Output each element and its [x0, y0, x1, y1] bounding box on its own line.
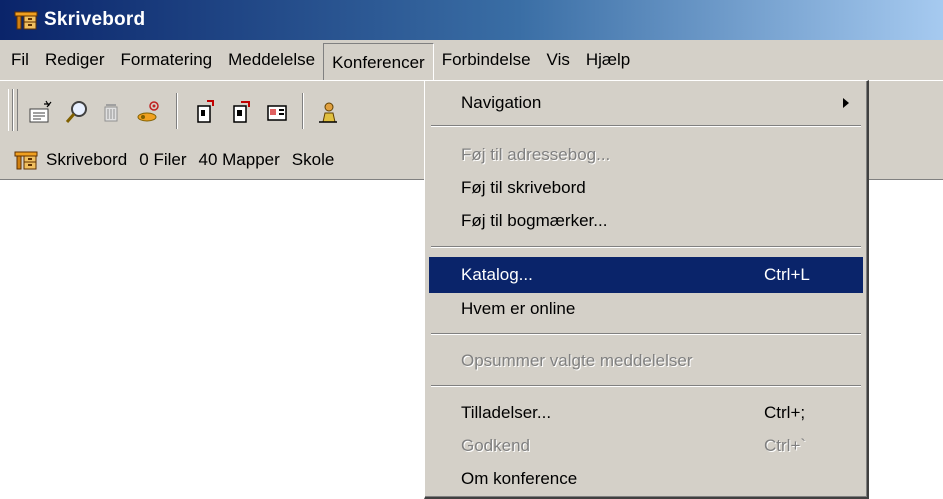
window-title: Skrivebord [44, 9, 146, 30]
menu-item-label: Opsummer valgte meddelelser [461, 351, 693, 370]
menu-formatering[interactable]: Formatering [113, 42, 221, 78]
menu-separator [431, 385, 861, 387]
desk-icon [14, 11, 38, 30]
menu-konferencer[interactable]: Konferencer [323, 43, 434, 81]
toolbar-open-button[interactable] [226, 97, 256, 127]
menu-item-navigation[interactable]: Navigation [429, 85, 863, 121]
submenu-arrow-icon [843, 98, 849, 108]
menu-hjaelp[interactable]: Hjælp [578, 42, 638, 78]
menu-item-label: Godkend [461, 436, 530, 455]
file-count: 0 Filer [139, 149, 187, 169]
menu-item-shortcut: Ctrl+; [764, 403, 806, 422]
menu-item-permissions[interactable]: Tilladelser... Ctrl+; [429, 395, 863, 431]
menu-item-catalog[interactable]: Katalog... Ctrl+L [429, 257, 863, 293]
location-name: Skrivebord [46, 149, 128, 169]
search-icon [65, 101, 87, 123]
exit-door-icon [197, 100, 214, 123]
keys-icon [137, 101, 159, 122]
menu-item-add-to-addressbook[interactable]: Føj til adressebog... [429, 137, 863, 173]
toolbar-separator-2 [302, 93, 304, 129]
menu-item-summarize-messages[interactable]: Opsummer valgte meddelelser [429, 343, 863, 379]
new-message-icon [29, 100, 52, 123]
card-icon [267, 105, 287, 121]
menu-item-shortcut: Ctrl+` [764, 436, 807, 455]
menu-item-label: Føj til bogmærker... [461, 211, 608, 230]
menu-item-label: Tilladelser... [461, 403, 552, 422]
toolbar-card-button[interactable] [262, 97, 292, 127]
toolbar-person-button[interactable] [312, 97, 342, 127]
menu-item-who-is-online[interactable]: Hvem er online [429, 291, 863, 327]
toolbar-delete-button[interactable] [96, 97, 126, 127]
desk-icon [14, 151, 38, 169]
toolbar-grip-inner[interactable] [13, 89, 18, 131]
trash-icon [104, 104, 118, 122]
door-open-icon [233, 101, 250, 123]
menu-item-label: Føj til skrivebord [461, 178, 586, 197]
menu-item-label: Om konference [461, 469, 578, 488]
toolbar-leave-button[interactable] [190, 97, 220, 127]
menu-rediger[interactable]: Rediger [37, 42, 113, 78]
menu-fil[interactable]: Fil [0, 42, 37, 78]
menu-bar: Fil Rediger Formatering Meddelelse Konfe… [0, 40, 943, 81]
menu-item-label: Katalog... [461, 265, 533, 284]
location-extra: Skole [291, 149, 335, 169]
toolbar-keys-button[interactable] [134, 97, 164, 127]
menu-item-label: Navigation [461, 93, 542, 112]
menu-item-approve[interactable]: Godkend Ctrl+` [429, 428, 863, 464]
menu-meddelelse[interactable]: Meddelelse [220, 42, 323, 78]
menu-item-label: Hvem er online [461, 299, 576, 318]
menu-separator [431, 246, 861, 248]
menu-separator [431, 333, 861, 335]
menu-item-add-to-desktop[interactable]: Føj til skrivebord [429, 170, 863, 206]
menu-item-label: Føj til adressebog... [461, 145, 611, 164]
toolbar-separator [176, 93, 178, 129]
toolbar-search-button[interactable] [62, 97, 92, 127]
menu-item-shortcut: Ctrl+L [764, 265, 810, 284]
menu-vis[interactable]: Vis [539, 42, 578, 78]
menu-forbindelse[interactable]: Forbindelse [434, 42, 539, 78]
konferencer-dropdown-menu: Navigation Føj til adressebog... Føj til… [424, 80, 869, 499]
title-bar[interactable]: Skrivebord [0, 0, 943, 40]
menu-item-add-to-bookmarks[interactable]: Føj til bogmærker... [429, 203, 863, 239]
folder-count: 40 Mapper [198, 149, 280, 169]
menu-separator [431, 125, 861, 127]
person-icon [319, 102, 337, 123]
menu-item-about-conference[interactable]: Om konference [429, 461, 863, 497]
toolbar-new-message-button[interactable] [26, 97, 56, 127]
